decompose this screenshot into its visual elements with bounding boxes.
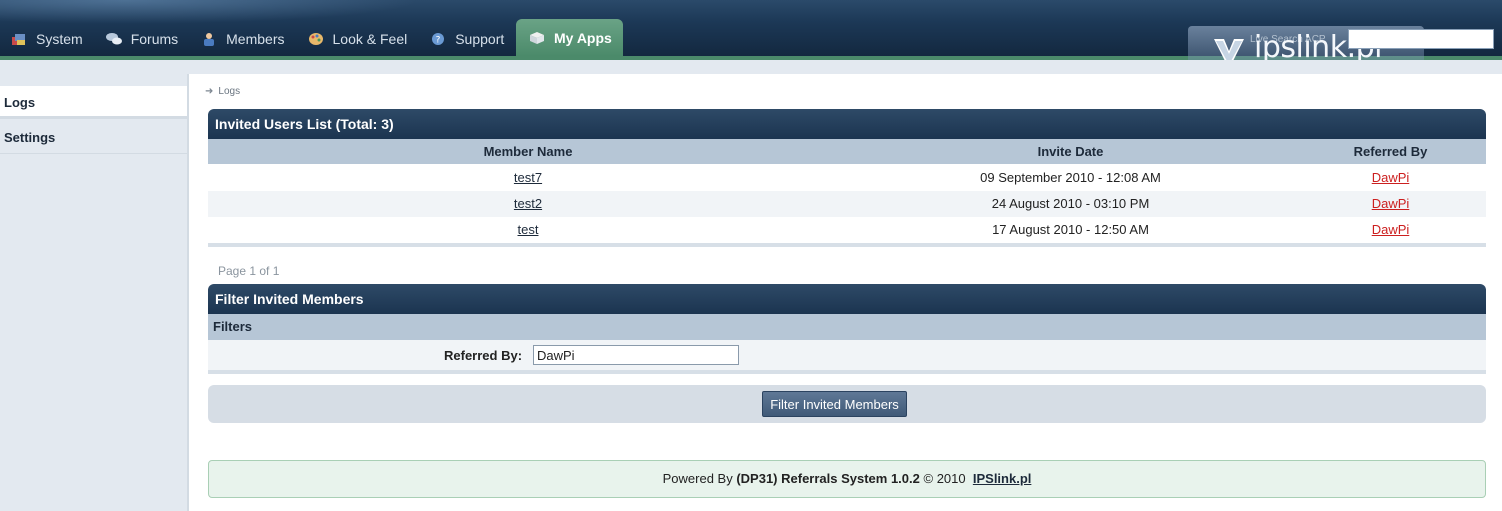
filter-bottom-border [208,370,1486,374]
nav-my-apps[interactable]: My Apps [516,19,623,56]
referred-by-cell: DawPi [1293,217,1488,243]
nav-system-label: System [36,31,83,47]
sidebar-item-settings[interactable]: Settings [0,121,187,154]
table-header: Member Name Invite Date Referred By [208,139,1486,164]
nav-support[interactable]: ? Support [419,22,516,56]
column-header-member-name: Member Name [483,144,573,159]
breadcrumb-arrow-icon: ➜ [205,86,214,97]
form-action-bar: Filter Invited Members [208,385,1486,423]
sidebar-item-logs[interactable]: Logs [0,86,187,119]
member-name-cell: test2 [208,191,848,217]
referred-by-cell: DawPi [1293,165,1488,191]
nav-look-feel-label: Look & Feel [332,31,408,47]
footer-link[interactable]: IPSlink.pl [973,471,1032,486]
nav-look-feel[interactable]: Look & Feel [297,22,420,56]
invited-users-title: Invited Users List (Total: 3) [208,109,1486,139]
header-glow [0,0,420,24]
member-name-cell: test [208,217,848,243]
referred-by-label: Referred By: [444,348,523,363]
pagination-text: Page 1 of 1 [218,264,280,278]
breadcrumb-item-logs[interactable]: Logs [218,86,240,97]
system-icon [10,31,28,47]
footer-copyright: © 2010 [923,471,966,486]
filter-invited-members-button[interactable]: Filter Invited Members [762,391,907,417]
column-header-referred-by: Referred By [1353,144,1428,159]
referred-by-cell: DawPi [1293,191,1488,217]
nav-members[interactable]: Members [190,22,296,56]
forums-icon [105,31,123,47]
table-bottom-border [208,243,1486,247]
content-top-strip [187,60,1502,74]
filters-subheader: Filters [208,314,1486,340]
member-link[interactable]: test7 [514,170,542,185]
table-row: test 17 August 2010 - 12:50 AM DawPi [208,217,1486,243]
footer-credits: Powered By (DP31) Referrals System 1.0.2… [208,460,1486,498]
nav-forums[interactable]: Forums [95,22,190,56]
nav-support-label: Support [455,31,505,47]
my-apps-icon [528,30,546,46]
invite-date-cell: 09 September 2010 - 12:08 AM [980,170,1161,185]
main-nav: System Forums Members Look & Feel ? Supp… [0,19,623,56]
footer-product: (DP31) Referrals System 1.0.2 [736,471,920,486]
support-icon: ? [429,31,447,47]
referrer-link[interactable]: DawPi [1372,170,1410,185]
nav-members-label: Members [226,31,285,47]
member-link[interactable]: test2 [514,196,542,211]
sidebar-item-label: Logs [4,95,36,110]
referred-by-input[interactable] [533,345,739,365]
referrer-link[interactable]: DawPi [1372,222,1410,237]
filter-row-referred-by: Referred By: [208,340,1486,370]
table-row: test7 09 September 2010 - 12:08 AM DawPi [208,165,1486,191]
footer-prefix: Powered By [662,471,733,486]
sidebar: Logs Settings [0,60,189,511]
look-feel-icon [307,31,325,47]
svg-text:?: ? [436,36,441,46]
member-link[interactable]: test [518,222,539,237]
members-icon [200,31,218,47]
nav-my-apps-label: My Apps [554,29,612,46]
member-name-cell: test7 [208,165,848,191]
column-header-invite-date: Invite Date [1037,144,1104,159]
breadcrumb: ➜ Logs [205,86,240,97]
referrer-link[interactable]: DawPi [1372,196,1410,211]
invite-date-cell: 17 August 2010 - 12:50 AM [992,222,1149,237]
filter-section-title: Filter Invited Members [208,284,1486,314]
nav-system[interactable]: System [0,22,95,56]
live-search-input[interactable] [1348,29,1494,49]
sidebar-item-label: Settings [4,130,56,145]
table-row: test2 24 August 2010 - 03:10 PM DawPi [208,191,1486,217]
invite-date-cell: 24 August 2010 - 03:10 PM [991,196,1150,211]
invited-users-table: Member Name Invite Date Referred By test… [208,139,1486,248]
nav-forums-label: Forums [130,31,179,47]
